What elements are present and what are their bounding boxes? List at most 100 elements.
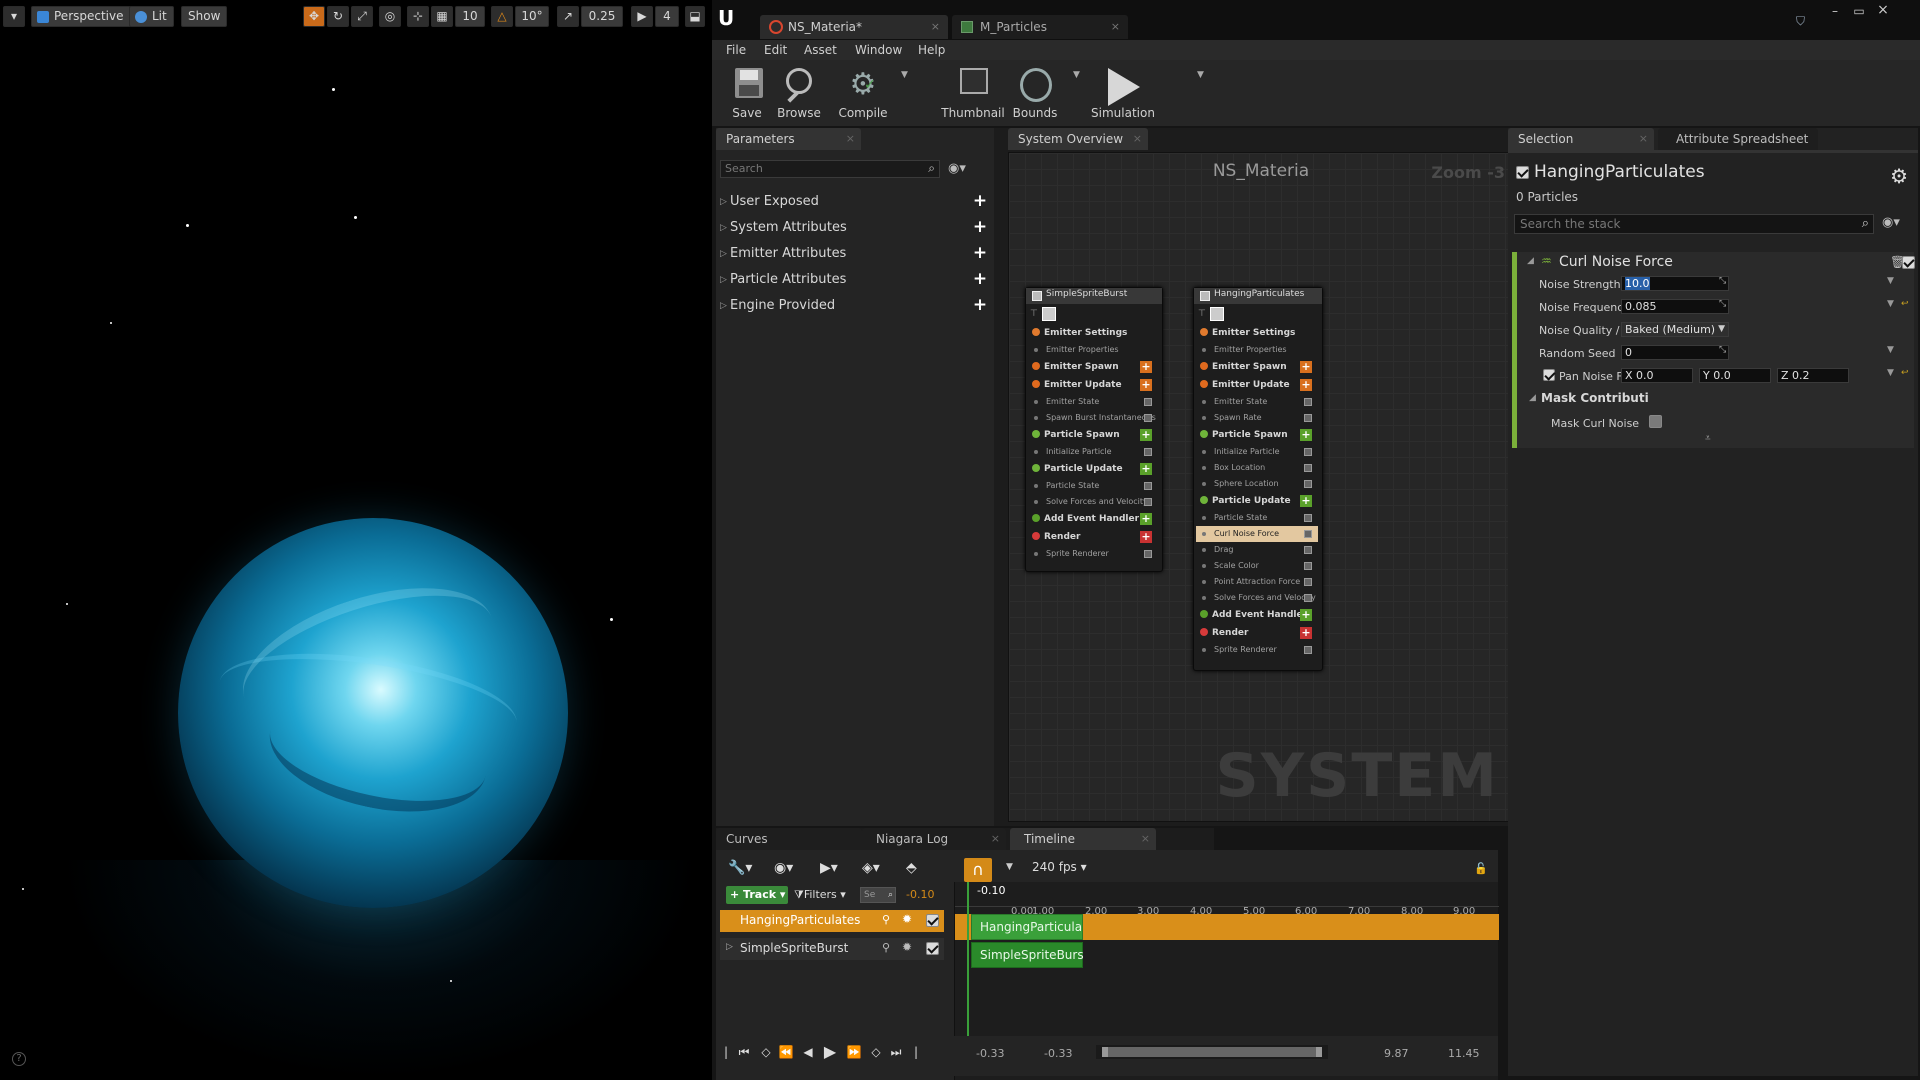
emitter-node-simple-sprite-burst[interactable]: SimpleSpriteBurst ⊤ Emitter Settings Emit… xyxy=(1025,287,1163,572)
camera-speed-icon[interactable]: ▶ xyxy=(631,6,653,27)
pan-noise-z-field[interactable]: Z 0.2 xyxy=(1777,368,1849,383)
add-module-icon[interactable]: + xyxy=(1300,495,1312,507)
key-options-icon[interactable]: ◈▾ xyxy=(862,860,880,876)
node-row-solve-forces-and-velocity[interactable]: Solve Forces and Velocity xyxy=(1196,590,1318,606)
expand-more-icon[interactable]: ⩡ xyxy=(1705,433,1711,444)
input-options-dropdown[interactable]: ▼ xyxy=(1887,345,1894,355)
add-module-icon[interactable]: + xyxy=(1140,531,1152,543)
node-row-solve-forces-and-velocity[interactable]: Solve Forces and Velocity xyxy=(1028,494,1158,510)
view-start[interactable]: -0.33 xyxy=(1044,1047,1072,1060)
range-start[interactable]: -0.33 xyxy=(976,1047,1004,1060)
emitter-node-hanging-particulates[interactable]: HangingParticulates ⊤ Emitter Settings Em… xyxy=(1193,287,1323,671)
key-snap-icon[interactable]: ⬘ xyxy=(906,860,917,876)
node-row-particle-spawn[interactable]: Particle Spawn + xyxy=(1028,426,1158,444)
reset-to-default-icon[interactable]: ↩ xyxy=(1901,299,1909,309)
menu-file[interactable]: File xyxy=(726,43,746,57)
scale-snap-value[interactable]: 0.25 xyxy=(581,6,623,27)
module-enabled-checkbox[interactable] xyxy=(1304,514,1312,522)
filters-button[interactable]: ⧩Filters ▾ xyxy=(794,886,856,904)
node-row-sprite-renderer[interactable]: Sprite Renderer xyxy=(1196,642,1318,658)
add-module-icon[interactable]: + xyxy=(1300,609,1312,621)
view-end[interactable]: 9.87 xyxy=(1384,1047,1409,1060)
simulation-options-dropdown[interactable]: ▼ xyxy=(1197,70,1204,80)
input-options-dropdown[interactable]: ▼ xyxy=(1887,276,1894,286)
node-row-emitter-spawn[interactable]: Emitter Spawn + xyxy=(1028,358,1158,376)
noise-frequency-field[interactable]: 0.085 xyxy=(1621,299,1729,314)
wrench-icon[interactable]: 🔧▾ xyxy=(728,860,752,876)
close-tab-icon[interactable]: × xyxy=(1639,128,1648,150)
scrollbar-thumb[interactable] xyxy=(1102,1047,1322,1057)
node-row-box-location[interactable]: Box Location xyxy=(1196,460,1318,476)
playhead[interactable] xyxy=(967,882,969,1042)
node-row-emitter-spawn[interactable]: Emitter Spawn + xyxy=(1196,358,1318,376)
pin-icon[interactable]: ⚲ xyxy=(882,941,890,954)
playback-options-icon[interactable]: ▶▾ xyxy=(820,860,838,876)
node-row-drag[interactable]: Drag xyxy=(1196,542,1318,558)
module-enabled-checkbox[interactable] xyxy=(1144,398,1152,406)
surface-snap-icon[interactable]: ⊹ xyxy=(407,6,429,27)
category-particle-attributes[interactable]: ▷ Particle Attributes + xyxy=(720,269,992,291)
node-row-initialize-particle[interactable]: Initialize Particle xyxy=(1196,444,1318,460)
doc-tab-ns-material[interactable]: NS_Materia* × xyxy=(760,15,948,39)
reset-to-default-icon[interactable]: ↩ xyxy=(1901,368,1909,378)
add-parameter-icon[interactable]: + xyxy=(972,219,988,236)
help-icon[interactable]: ? xyxy=(12,1052,26,1066)
node-row-initialize-particle[interactable]: Initialize Particle xyxy=(1028,444,1158,460)
tab-system-overview[interactable]: System Overview × xyxy=(1008,128,1148,150)
grid-snap-value[interactable]: 10 xyxy=(455,6,485,27)
node-row-emitter-properties[interactable]: Emitter Properties xyxy=(1196,342,1318,358)
category-emitter-attributes[interactable]: ▷ Emitter Attributes + xyxy=(720,243,992,265)
add-parameter-icon[interactable]: + xyxy=(972,245,988,262)
node-row-particle-update[interactable]: Particle Update + xyxy=(1196,492,1318,510)
node-row-scale-color[interactable]: Scale Color xyxy=(1196,558,1318,574)
node-row-emitter-update[interactable]: Emitter Update + xyxy=(1196,376,1318,394)
lock-icon[interactable]: 🔓 xyxy=(1474,862,1488,875)
visibility-eye-icon[interactable]: ◉▾ xyxy=(948,161,966,176)
camera-speed-value[interactable]: 4 xyxy=(655,6,679,27)
close-tab-icon[interactable]: × xyxy=(1133,128,1142,150)
module-enabled-checkbox[interactable] xyxy=(1144,482,1152,490)
jump-start-icon[interactable]: | xyxy=(718,1044,734,1060)
tab-curves[interactable]: Curves xyxy=(716,828,862,850)
category-system-attributes[interactable]: ▷ System Attributes + xyxy=(720,217,992,239)
track-row-simple-sprite-burst[interactable]: ▷ SimpleSpriteBurst ⚲ ✹ xyxy=(720,938,944,960)
node-row-emitter-update[interactable]: Emitter Update + xyxy=(1028,376,1158,394)
node-row-sprite-renderer[interactable]: Sprite Renderer xyxy=(1028,546,1158,562)
compile-button[interactable]: ⚙ ✓ Compile xyxy=(828,64,898,122)
viewport-options-button[interactable]: ▾ xyxy=(3,6,25,27)
menu-asset[interactable]: Asset xyxy=(804,43,837,57)
show-button[interactable]: Show xyxy=(181,6,228,27)
random-seed-field[interactable]: 0 xyxy=(1621,345,1729,360)
module-enabled-checkbox[interactable] xyxy=(1304,480,1312,488)
add-module-icon[interactable]: + xyxy=(1140,361,1152,373)
add-module-icon[interactable]: + xyxy=(1140,429,1152,441)
parameters-search-input[interactable]: Search ⌕ xyxy=(720,160,940,178)
add-module-icon[interactable]: + xyxy=(1300,429,1312,441)
solo-icon[interactable]: ✹ xyxy=(902,912,912,926)
add-module-icon[interactable]: + xyxy=(1300,361,1312,373)
node-row-sphere-location[interactable]: Sphere Location xyxy=(1196,476,1318,492)
prev-key-icon[interactable]: ⏮ xyxy=(736,1044,752,1060)
snap-options-dropdown[interactable]: ▼ xyxy=(1006,862,1013,872)
node-row-point-attraction-force[interactable]: Point Attraction Force xyxy=(1196,574,1318,590)
drag-handle-icon[interactable]: ⤡ xyxy=(1719,345,1726,355)
maximize-viewport-icon[interactable]: ⬓ xyxy=(685,6,705,27)
add-parameter-icon[interactable]: + xyxy=(972,271,988,288)
module-enabled-checkbox[interactable] xyxy=(1304,578,1312,586)
menu-window[interactable]: Window xyxy=(855,43,902,57)
module-enabled-checkbox[interactable] xyxy=(1144,550,1152,558)
pan-noise-x-field[interactable]: X 0.0 xyxy=(1621,368,1693,383)
view-mode-button[interactable]: Perspective xyxy=(31,6,131,27)
reverse-play-icon[interactable]: ◀ xyxy=(800,1044,816,1060)
module-enabled-checkbox[interactable] xyxy=(1304,448,1312,456)
node-row-curl-noise-force[interactable]: Curl Noise Force xyxy=(1196,526,1318,542)
node-row-add-event-handler[interactable]: Add Event Handler + xyxy=(1028,510,1158,528)
tab-attribute-spreadsheet[interactable]: Attribute Spreadsheet xyxy=(1658,128,1818,150)
module-enabled-checkbox[interactable] xyxy=(1304,464,1312,472)
emitter-enabled-checkbox[interactable] xyxy=(1200,291,1210,301)
maximize-window-button[interactable]: ▭ xyxy=(1848,4,1870,18)
module-enabled-checkbox[interactable] xyxy=(1304,562,1312,570)
translate-tool-icon[interactable]: ✥ xyxy=(303,6,325,27)
scale-snap-icon[interactable]: ↗ xyxy=(557,6,579,27)
node-row-emitter-state[interactable]: Emitter State xyxy=(1028,394,1158,410)
